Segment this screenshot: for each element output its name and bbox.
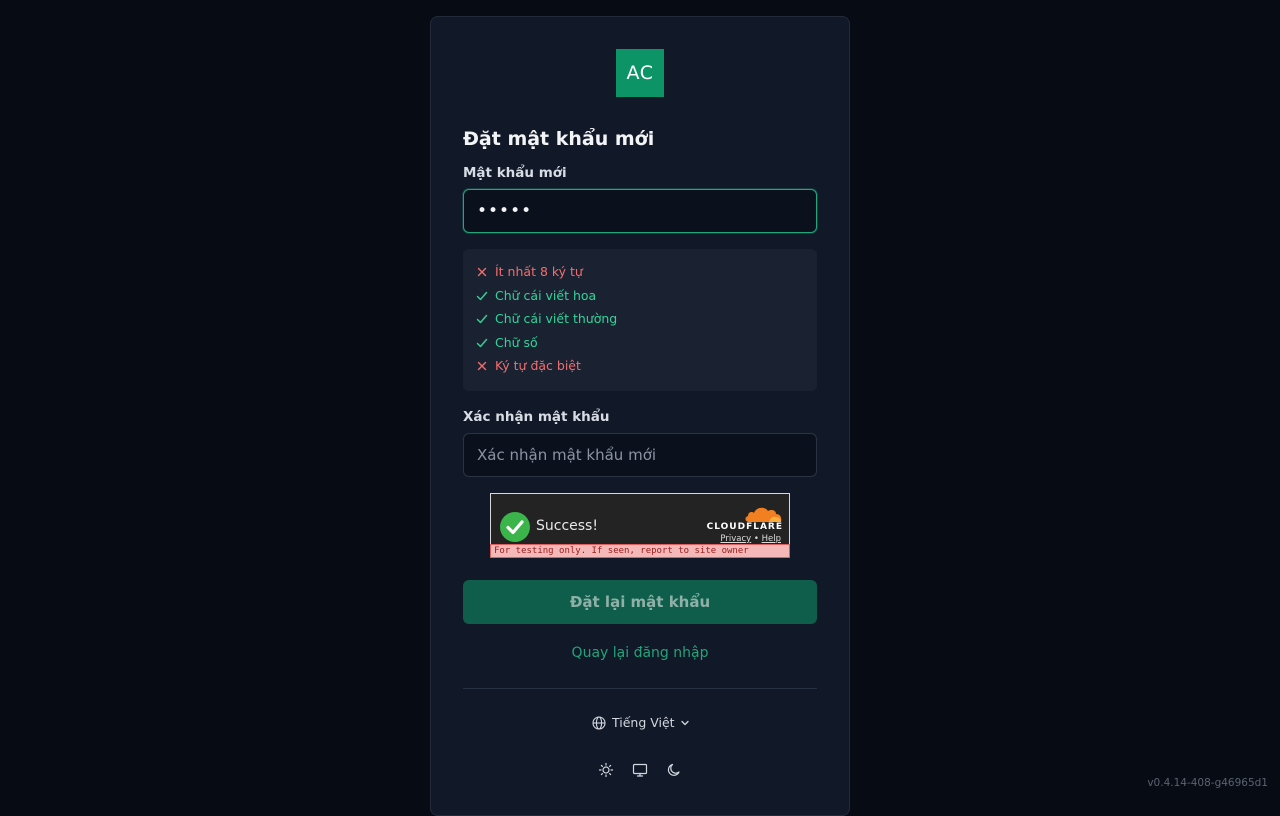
check-icon <box>476 314 488 323</box>
link-separator: • <box>753 534 759 544</box>
check-icon <box>476 291 488 300</box>
language-label: Tiếng Việt <box>612 715 675 730</box>
captcha-status: Success! <box>536 518 598 534</box>
requirement-lowercase: Chữ cái viết thường <box>476 311 617 326</box>
success-check-icon <box>500 512 530 542</box>
requirement-text: Ít nhất 8 ký tự <box>495 264 583 279</box>
confirm-password-input[interactable] <box>463 433 817 477</box>
globe-icon <box>592 715 606 730</box>
captcha-widget[interactable]: Success! CLOUDFLARE Privacy • Help For t… <box>490 493 790 558</box>
captcha-test-warning: For testing only. If seen, report to sit… <box>490 544 790 558</box>
x-icon <box>477 361 487 370</box>
check-icon <box>476 338 488 347</box>
system-theme-button[interactable] <box>631 761 649 779</box>
reset-password-button[interactable]: Đặt lại mật khẩu <box>463 580 817 624</box>
requirement-text: Ký tự đặc biệt <box>495 358 581 373</box>
moon-icon <box>667 763 680 776</box>
app-version: v0.4.14-408-g46965d1 <box>1147 777 1268 789</box>
new-password-label: Mật khẩu mới <box>463 165 567 181</box>
x-icon <box>477 267 487 276</box>
divider <box>463 688 817 689</box>
sun-icon <box>598 762 614 778</box>
confirm-password-label: Xác nhận mật khẩu <box>463 409 610 425</box>
page-title: Đặt mật khẩu mới <box>463 128 655 150</box>
privacy-link[interactable]: Privacy <box>720 534 751 544</box>
monitor-icon <box>632 763 648 777</box>
requirement-text: Chữ cái viết thường <box>495 311 618 326</box>
back-to-login-link[interactable]: Quay lại đăng nhập <box>431 645 849 661</box>
language-selector[interactable]: Tiếng Việt <box>592 715 690 730</box>
reset-password-card: AC Đặt mật khẩu mới Mật khẩu mới Ít nhất… <box>430 16 850 816</box>
new-password-input[interactable] <box>463 189 817 233</box>
requirement-special-char: Ký tự đặc biệt <box>476 358 581 373</box>
dark-theme-button[interactable] <box>665 761 683 779</box>
requirement-text: Chữ số <box>495 335 538 350</box>
light-theme-button[interactable] <box>597 761 615 779</box>
password-requirements: Ít nhất 8 ký tự Chữ cái viết hoa Chữ cái… <box>463 249 817 391</box>
requirement-text: Chữ cái viết hoa <box>495 288 597 303</box>
app-logo: AC <box>616 49 664 97</box>
chevron-down-icon <box>680 720 689 725</box>
captcha-links: Privacy • Help <box>720 534 781 544</box>
requirement-min-length: Ít nhất 8 ký tự <box>476 264 583 279</box>
cloudflare-wordmark: CLOUDFLARE <box>706 522 783 532</box>
requirement-digit: Chữ số <box>476 335 538 350</box>
cloudflare-logo-icon <box>745 507 782 522</box>
requirement-uppercase: Chữ cái viết hoa <box>476 288 596 303</box>
help-link[interactable]: Help <box>762 534 781 544</box>
